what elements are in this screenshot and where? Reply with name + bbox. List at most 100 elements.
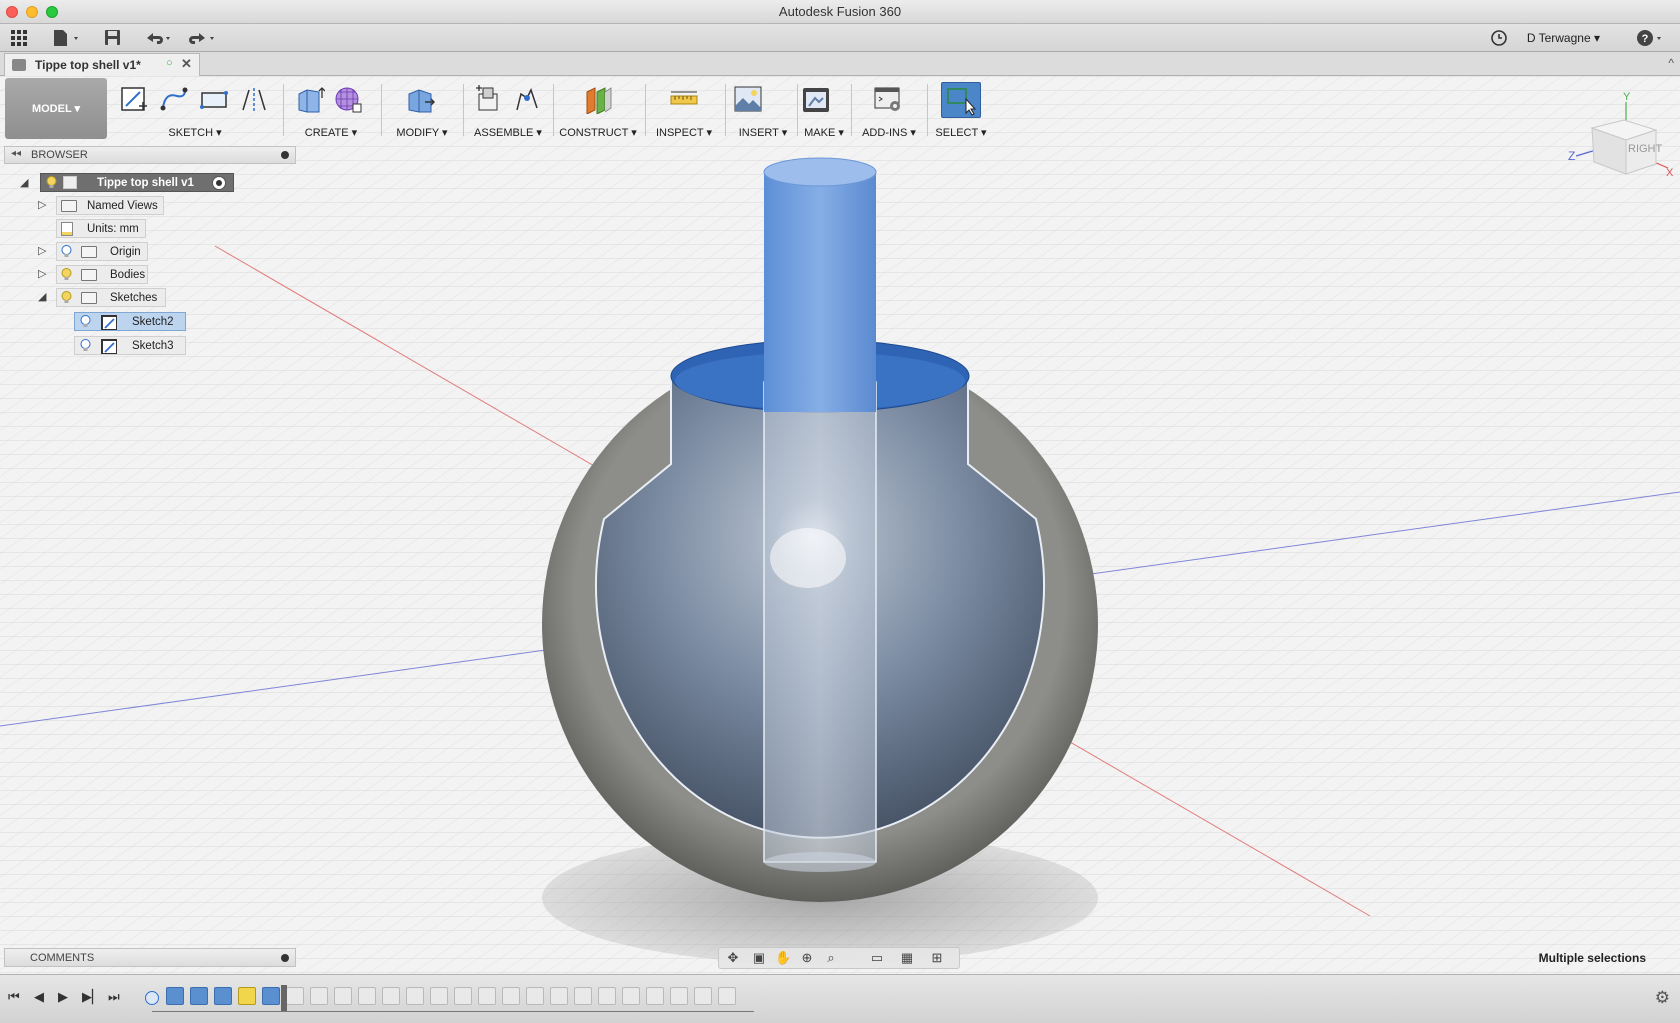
play-icon[interactable]: ▶ bbox=[58, 989, 68, 1005]
tree-item-units[interactable]: Units: mm bbox=[56, 219, 146, 238]
expand-root-icon[interactable]: ◢ bbox=[20, 176, 28, 189]
look-at-icon[interactable]: ▣ bbox=[751, 951, 767, 965]
inspect-group[interactable]: INSPECT ▾ bbox=[649, 82, 719, 140]
timeline-feature[interactable] bbox=[622, 987, 640, 1005]
joint-icon[interactable] bbox=[511, 84, 541, 114]
timeline-feature[interactable] bbox=[334, 987, 352, 1005]
help-icon[interactable]: ? bbox=[1636, 29, 1666, 47]
mirror-icon[interactable] bbox=[239, 84, 269, 114]
collapse-toolbar-icon[interactable]: ^ bbox=[1668, 56, 1674, 70]
modify-group[interactable]: MODIFY ▾ bbox=[387, 82, 457, 140]
timeline-feature[interactable] bbox=[670, 987, 688, 1005]
grid-settings-icon[interactable]: ▦ bbox=[899, 951, 915, 965]
offset-plane-icon[interactable] bbox=[583, 84, 613, 114]
timeline-marker[interactable] bbox=[281, 985, 287, 1011]
timeline-feature[interactable] bbox=[598, 987, 616, 1005]
collapse-browser-icon[interactable]: ◂◂ bbox=[11, 148, 21, 159]
press-pull-icon[interactable] bbox=[405, 84, 435, 114]
timeline-feature[interactable] bbox=[502, 987, 520, 1005]
timeline-feature[interactable] bbox=[166, 987, 184, 1005]
assemble-group[interactable]: ASSEMBLE ▾ bbox=[467, 82, 549, 140]
timeline-feature[interactable] bbox=[358, 987, 376, 1005]
select-tool-button[interactable] bbox=[941, 82, 981, 118]
file-menu-icon[interactable] bbox=[52, 29, 82, 47]
create-sketch-icon[interactable] bbox=[119, 84, 149, 114]
viewports-icon[interactable]: ⊞ bbox=[929, 951, 945, 965]
extrude-icon[interactable] bbox=[295, 84, 325, 114]
timeline-feature[interactable] bbox=[214, 987, 232, 1005]
browser-panel-header[interactable]: ◂◂ BROWSER bbox=[4, 146, 296, 164]
visibility-bulb-icon[interactable] bbox=[80, 315, 91, 328]
close-tab-icon[interactable]: ✕ bbox=[181, 56, 192, 72]
display-settings-icon[interactable]: ▭ bbox=[869, 951, 885, 965]
orbit-icon[interactable]: ✥ bbox=[725, 951, 741, 965]
document-tab[interactable]: Tippe top shell v1* ○ ✕ bbox=[4, 53, 200, 76]
tree-item-sketch3[interactable]: Sketch3 bbox=[74, 336, 186, 355]
pin-browser-icon[interactable] bbox=[281, 151, 289, 159]
redo-icon[interactable] bbox=[188, 29, 218, 47]
form-icon[interactable] bbox=[333, 84, 363, 114]
tree-root[interactable]: Tippe top shell v1 bbox=[40, 173, 234, 192]
expand-named-views-icon[interactable]: ▷ bbox=[38, 198, 46, 211]
go-to-start-icon[interactable]: ⏮ bbox=[8, 989, 20, 1005]
job-status-icon[interactable] bbox=[1490, 29, 1508, 47]
workspace-switcher[interactable]: MODEL ▾ bbox=[5, 78, 107, 139]
timeline-feature[interactable] bbox=[238, 987, 256, 1005]
timeline-feature[interactable] bbox=[262, 987, 280, 1005]
visibility-bulb-icon[interactable] bbox=[61, 245, 72, 258]
rectangle-icon[interactable] bbox=[199, 84, 229, 114]
select-group[interactable]: SELECT ▾ bbox=[931, 82, 991, 140]
timeline-feature[interactable] bbox=[526, 987, 544, 1005]
save-icon[interactable] bbox=[104, 29, 122, 47]
collapse-sketches-icon[interactable]: ◢ bbox=[38, 290, 46, 303]
timeline-feature[interactable] bbox=[550, 987, 568, 1005]
zoom-icon[interactable]: ⊕ bbox=[799, 951, 815, 965]
timeline-feature[interactable] bbox=[406, 987, 424, 1005]
step-back-icon[interactable]: ◀ bbox=[34, 989, 44, 1005]
visibility-bulb-icon[interactable] bbox=[46, 176, 57, 189]
step-forward-icon[interactable]: ▶▏ bbox=[82, 989, 102, 1005]
user-account-menu[interactable]: D Terwagne ▾ bbox=[1527, 31, 1600, 45]
canvas-viewport[interactable] bbox=[0, 76, 1680, 974]
timeline-feature[interactable] bbox=[694, 987, 712, 1005]
expand-bodies-icon[interactable]: ▷ bbox=[38, 267, 46, 280]
add-ins-group[interactable]: ADD-INS ▾ bbox=[855, 82, 923, 140]
measure-icon[interactable] bbox=[669, 84, 699, 114]
timeline-feature[interactable] bbox=[286, 987, 304, 1005]
scripts-addins-icon[interactable] bbox=[873, 84, 903, 114]
3d-print-icon[interactable] bbox=[801, 84, 831, 114]
pan-icon[interactable]: ✋ bbox=[775, 951, 791, 965]
timeline-feature[interactable] bbox=[430, 987, 448, 1005]
tree-item-sketch2[interactable]: Sketch2 bbox=[74, 312, 186, 331]
tree-item-named-views[interactable]: Named Views bbox=[56, 196, 164, 215]
visibility-bulb-icon[interactable] bbox=[80, 339, 91, 352]
visibility-bulb-icon[interactable] bbox=[61, 268, 72, 281]
insert-group[interactable]: INSERT ▾ bbox=[729, 82, 797, 140]
new-component-icon[interactable] bbox=[473, 84, 503, 114]
timeline-origin-icon[interactable] bbox=[145, 991, 159, 1005]
comments-panel-header[interactable]: COMMENTS bbox=[4, 948, 296, 967]
stem-sketch-body[interactable] bbox=[763, 157, 877, 872]
make-group[interactable]: MAKE ▾ bbox=[801, 82, 847, 140]
timeline-feature[interactable] bbox=[718, 987, 736, 1005]
tree-item-origin[interactable]: Origin bbox=[56, 242, 148, 261]
pin-comments-icon[interactable] bbox=[281, 954, 289, 962]
expand-origin-icon[interactable]: ▷ bbox=[38, 244, 46, 257]
tree-item-sketches[interactable]: Sketches bbox=[56, 288, 166, 307]
line-icon[interactable] bbox=[159, 84, 189, 114]
fit-icon[interactable]: ⌕ bbox=[823, 951, 839, 965]
visibility-bulb-icon[interactable] bbox=[61, 291, 72, 304]
activate-component-icon[interactable] bbox=[212, 176, 226, 190]
3d-scene[interactable] bbox=[0, 76, 1680, 974]
timeline-feature[interactable] bbox=[310, 987, 328, 1005]
insert-image-icon[interactable] bbox=[733, 84, 763, 114]
go-to-end-icon[interactable]: ⏭ bbox=[108, 989, 120, 1005]
sketch-group[interactable]: SKETCH ▾ bbox=[115, 82, 275, 140]
timeline-feature[interactable] bbox=[454, 987, 472, 1005]
timeline-feature[interactable] bbox=[478, 987, 496, 1005]
undo-icon[interactable] bbox=[144, 29, 174, 47]
app-grid-icon[interactable] bbox=[10, 29, 28, 47]
view-cube[interactable]: Z Y X RIGHT bbox=[1564, 90, 1674, 190]
tree-item-bodies[interactable]: Bodies bbox=[56, 265, 148, 284]
timeline-feature[interactable] bbox=[646, 987, 664, 1005]
